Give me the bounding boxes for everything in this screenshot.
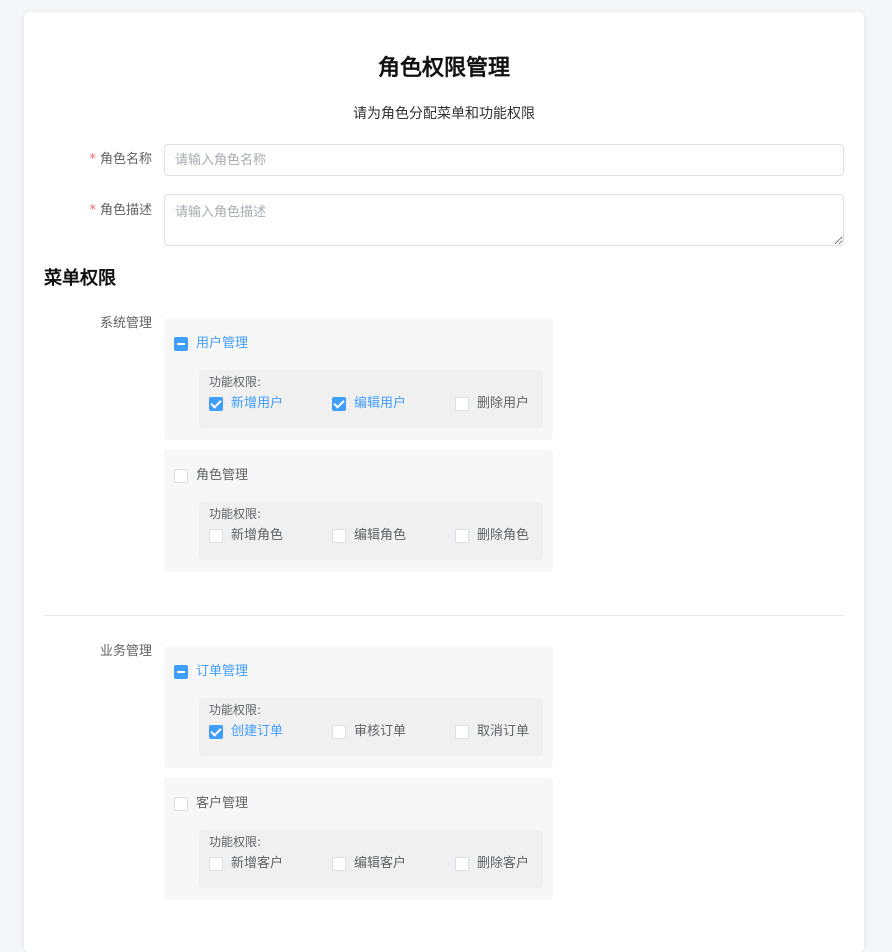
role-name-label-text: 角色名称 [99,152,152,167]
menu-name: 角色管理 [196,468,249,483]
unchecked-checkbox-icon [209,857,223,871]
required-mark: * [89,203,96,218]
menu-checkbox-customer[interactable]: 客户管理 [174,794,248,814]
menu-block-customer: 客户管理 功能权限: 新增客户 编辑客户 删除客户 [164,778,553,900]
unchecked-checkbox-icon [332,725,346,739]
indeterminate-checkbox-icon [174,337,188,351]
unchecked-checkbox-icon [174,469,188,483]
checked-checkbox-icon [209,397,223,411]
perm-checkbox-add-role[interactable]: 新增角色 [209,526,283,546]
perm-checkbox-delete-customer[interactable]: 删除客户 [455,854,529,874]
role-desc-label: * 角色描述 [44,201,152,221]
menu-checkbox-order[interactable]: 订单管理 [174,662,248,682]
unchecked-checkbox-icon [209,529,223,543]
page-title: 角色权限管理 [377,56,510,81]
menu-name: 用户管理 [196,336,249,351]
perm-checkbox-delete-user[interactable]: 删除用户 [455,394,529,414]
group-label-system: 系统管理 [99,316,152,331]
unchecked-checkbox-icon [455,397,469,411]
function-permission-panel: 功能权限: 新增客户 编辑客户 删除客户 [199,830,543,888]
menu-name: 客户管理 [196,796,249,811]
unchecked-checkbox-icon [455,857,469,871]
perm-label: 创建订单 [231,724,284,739]
menu-checkbox-role[interactable]: 角色管理 [174,466,248,486]
unchecked-checkbox-icon [332,857,346,871]
function-permission-panel: 功能权限: 新增用户 编辑用户 删除用户 [199,370,543,428]
perm-label: 编辑角色 [354,528,407,543]
perm-checkbox-edit-customer[interactable]: 编辑客户 [332,854,406,874]
unchecked-checkbox-icon [455,529,469,543]
perm-checkbox-edit-role[interactable]: 编辑角色 [332,526,406,546]
perm-checkbox-delete-role[interactable]: 删除角色 [455,526,529,546]
menu-block-user: 用户管理 功能权限: 新增用户 编辑用户 删除用户 [164,318,553,440]
function-permission-panel: 功能权限: 新增角色 编辑角色 删除角色 [199,502,543,560]
perm-label: 新增客户 [231,856,284,871]
perm-checkbox-review-order[interactable]: 审核订单 [332,722,406,742]
function-permission-title: 功能权限: [209,375,262,389]
role-desc-label-text: 角色描述 [99,203,152,218]
unchecked-checkbox-icon [455,725,469,739]
perm-checkbox-create-order[interactable]: 创建订单 [209,722,283,742]
checked-checkbox-icon [332,397,346,411]
menu-name: 订单管理 [196,664,249,679]
unchecked-checkbox-icon [332,529,346,543]
group-divider [44,615,844,616]
role-name-input[interactable] [164,144,844,176]
role-desc-textarea[interactable] [164,194,844,246]
perm-label: 删除客户 [477,856,530,871]
function-permission-title: 功能权限: [209,835,262,849]
perm-checkbox-cancel-order[interactable]: 取消订单 [455,722,529,742]
function-permission-title: 功能权限: [209,507,262,521]
menu-block-role: 角色管理 功能权限: 新增角色 编辑角色 删除角色 [164,450,553,572]
function-permission-title: 功能权限: [209,703,262,717]
menu-block-order: 订单管理 功能权限: 创建订单 审核订单 取消订单 [164,646,553,768]
perm-checkbox-edit-user[interactable]: 编辑用户 [332,394,406,414]
menu-checkbox-user[interactable]: 用户管理 [174,334,248,354]
checked-checkbox-icon [209,725,223,739]
perm-label: 编辑客户 [354,856,407,871]
role-permission-card: 角色权限管理 请为角色分配菜单和功能权限 *角色名称 *角色描述 菜单权限 系统… [24,12,864,952]
perm-checkbox-add-user[interactable]: 新增用户 [209,394,283,414]
perm-label: 删除角色 [477,528,530,543]
perm-label: 审核订单 [354,724,407,739]
indeterminate-checkbox-icon [174,665,188,679]
perm-checkbox-add-customer[interactable]: 新增客户 [209,854,283,874]
perm-label: 取消订单 [477,724,530,739]
perm-label: 编辑用户 [354,396,407,411]
perm-label: 新增用户 [231,396,284,411]
perm-label: 删除用户 [477,396,530,411]
group-label-business: 业务管理 [99,644,152,659]
required-mark: * [89,152,96,167]
perm-label: 新增角色 [231,528,284,543]
page-subtitle: 请为角色分配菜单和功能权限 [353,106,535,122]
role-name-label: * 角色名称 [44,150,152,170]
function-permission-panel: 功能权限: 创建订单 审核订单 取消订单 [199,698,543,756]
unchecked-checkbox-icon [174,797,188,811]
menu-permission-section-title: 菜单权限 [44,268,116,289]
